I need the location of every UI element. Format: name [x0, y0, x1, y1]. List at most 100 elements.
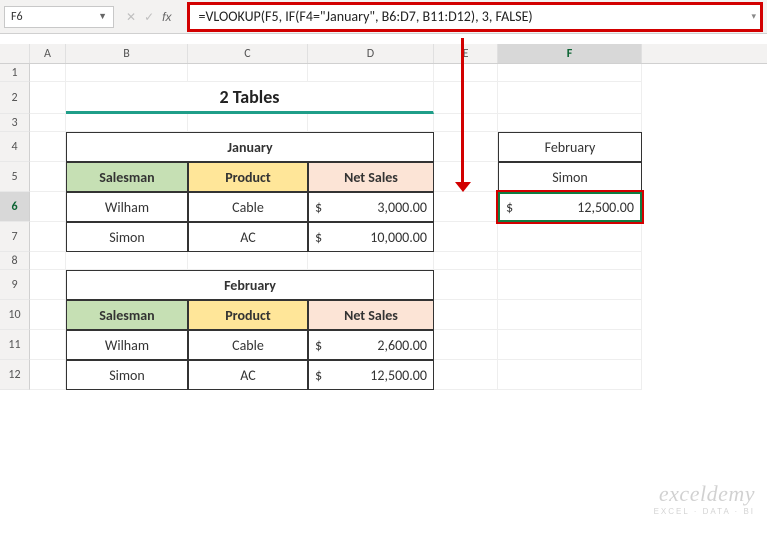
cell[interactable]: [30, 132, 66, 162]
cell[interactable]: [30, 162, 66, 192]
cell[interactable]: [30, 192, 66, 222]
cell[interactable]: [188, 252, 308, 270]
cell[interactable]: [30, 270, 66, 300]
table-cell-money[interactable]: $ 3,000.00: [308, 192, 434, 222]
worksheet[interactable]: A B C D E F 1 2 2 Tables 3: [0, 44, 767, 534]
lookup-month[interactable]: February: [498, 132, 642, 162]
cell[interactable]: [498, 252, 642, 270]
cell[interactable]: [434, 192, 498, 222]
table-cell-money[interactable]: $ 12,500.00: [308, 360, 434, 390]
row-header[interactable]: 12: [0, 360, 30, 390]
col-header-e[interactable]: E: [434, 44, 498, 63]
cell[interactable]: [30, 64, 66, 82]
cell[interactable]: [498, 360, 642, 390]
row-header[interactable]: 11: [0, 330, 30, 360]
name-box[interactable]: F6 ▼: [4, 6, 114, 28]
name-box-value: F6: [11, 10, 23, 24]
cell[interactable]: [434, 300, 498, 330]
col-netsales[interactable]: Net Sales: [308, 300, 434, 330]
table-cell[interactable]: Wilham: [66, 192, 188, 222]
cell[interactable]: [498, 82, 642, 114]
row-header[interactable]: 3: [0, 114, 30, 132]
cell[interactable]: [66, 64, 188, 82]
grid-row: 3: [0, 114, 767, 132]
cell[interactable]: [434, 252, 498, 270]
table-cell[interactable]: Wilham: [66, 330, 188, 360]
table-cell[interactable]: Cable: [188, 330, 308, 360]
table-cell[interactable]: Simon: [66, 222, 188, 252]
table-cell[interactable]: AC: [188, 360, 308, 390]
row-header[interactable]: 8: [0, 252, 30, 270]
cell[interactable]: [434, 132, 498, 162]
row-header[interactable]: 10: [0, 300, 30, 330]
table-title-feb[interactable]: February: [66, 270, 434, 300]
grid-row: 1: [0, 64, 767, 82]
cell[interactable]: [30, 330, 66, 360]
cell[interactable]: [434, 82, 498, 114]
row-header[interactable]: 7: [0, 222, 30, 252]
cell[interactable]: [498, 300, 642, 330]
formula-bar[interactable]: =VLOOKUP(F5, IF(F4="January", B6:D7, B11…: [187, 2, 763, 32]
cell[interactable]: [188, 114, 308, 132]
cell[interactable]: [308, 252, 434, 270]
table-cell[interactable]: Cable: [188, 192, 308, 222]
cell[interactable]: [434, 360, 498, 390]
column-headers[interactable]: A B C D E F: [0, 44, 767, 64]
table-cell-money[interactable]: $ 2,600.00: [308, 330, 434, 360]
col-header-b[interactable]: B: [66, 44, 188, 63]
row-header[interactable]: 2: [0, 82, 30, 114]
chevron-down-icon[interactable]: ▼: [98, 11, 107, 22]
cell[interactable]: [30, 222, 66, 252]
cell[interactable]: [434, 114, 498, 132]
select-all-corner[interactable]: [0, 44, 30, 63]
lookup-salesman[interactable]: Simon: [498, 162, 642, 192]
cell[interactable]: [498, 270, 642, 300]
row-header[interactable]: 4: [0, 132, 30, 162]
table-cell-money[interactable]: $ 10,000.00: [308, 222, 434, 252]
cell[interactable]: [66, 114, 188, 132]
col-header-c[interactable]: C: [188, 44, 308, 63]
grid-rows: 1 2 2 Tables 3 4: [0, 64, 767, 390]
cell[interactable]: [188, 64, 308, 82]
cell[interactable]: [434, 64, 498, 82]
formula-toolbar: F6 ▼ ✕ ✓ fx =VLOOKUP(F5, IF(F4="January"…: [0, 0, 767, 34]
cell[interactable]: [498, 222, 642, 252]
page-title[interactable]: 2 Tables: [66, 82, 434, 114]
table-cell[interactable]: AC: [188, 222, 308, 252]
cell[interactable]: [434, 222, 498, 252]
cell[interactable]: [30, 360, 66, 390]
col-netsales[interactable]: Net Sales: [308, 162, 434, 192]
cell[interactable]: [308, 114, 434, 132]
cell[interactable]: [30, 82, 66, 114]
cell[interactable]: [434, 270, 498, 300]
cell[interactable]: [498, 114, 642, 132]
cell[interactable]: [498, 64, 642, 82]
cell[interactable]: [30, 252, 66, 270]
table-title-jan[interactable]: January: [66, 132, 434, 162]
col-header-f[interactable]: F: [498, 44, 642, 63]
col-header-a[interactable]: A: [30, 44, 66, 63]
fx-icon[interactable]: fx: [162, 10, 171, 24]
row-header[interactable]: 5: [0, 162, 30, 192]
row-header[interactable]: 1: [0, 64, 30, 82]
col-salesman[interactable]: Salesman: [66, 300, 188, 330]
col-header-d[interactable]: D: [308, 44, 434, 63]
lookup-result-cell[interactable]: $ 12,500.00: [498, 192, 642, 222]
watermark-brand: exceldemy: [654, 481, 755, 507]
cell[interactable]: [498, 330, 642, 360]
row-header[interactable]: 6: [0, 192, 30, 222]
cell[interactable]: [66, 252, 188, 270]
cell[interactable]: [30, 114, 66, 132]
col-salesman[interactable]: Salesman: [66, 162, 188, 192]
cell[interactable]: [30, 300, 66, 330]
cancel-icon[interactable]: ✕: [126, 10, 136, 24]
cell[interactable]: [434, 330, 498, 360]
expand-icon[interactable]: ▾: [751, 11, 756, 22]
accept-icon[interactable]: ✓: [144, 10, 154, 24]
cell[interactable]: [308, 64, 434, 82]
row-header[interactable]: 9: [0, 270, 30, 300]
col-product[interactable]: Product: [188, 162, 308, 192]
table-cell[interactable]: Simon: [66, 360, 188, 390]
col-product[interactable]: Product: [188, 300, 308, 330]
watermark: exceldemy EXCEL · DATA · BI: [654, 481, 755, 516]
